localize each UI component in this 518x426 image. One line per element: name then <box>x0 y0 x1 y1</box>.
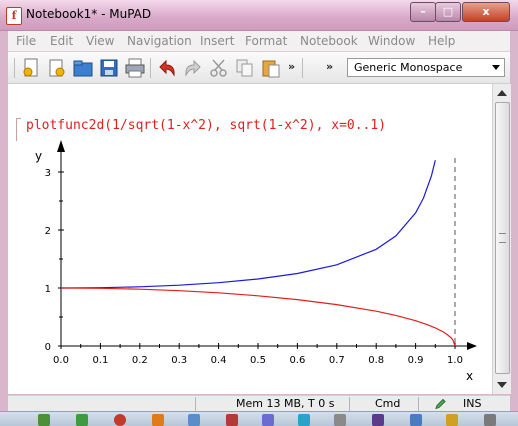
taskbar-app-icon[interactable] <box>410 414 422 426</box>
status-memory: Mem 13 MB, T 0 s <box>236 397 335 410</box>
toolbar-overflow-chevron[interactable]: » <box>326 60 333 73</box>
taskbar-app-icon[interactable] <box>114 414 126 426</box>
print-icon[interactable] <box>124 57 146 79</box>
paste-icon[interactable] <box>260 57 282 79</box>
taskbar-app-icon[interactable] <box>76 414 88 426</box>
x-tick-label: 0.1 <box>92 355 108 366</box>
window-title: Notebook1* - MuPAD <box>26 7 152 21</box>
taskbar-app-icon[interactable] <box>334 414 346 426</box>
status-separator <box>418 397 419 411</box>
function-plot[interactable]: 0.0 0.1 0.2 0.3 0.4 0.5 0.6 0.7 0.8 0.9 1.0 0 1 2 3 x y <box>8 84 492 394</box>
status-separator <box>349 397 350 411</box>
x-tick-label: 0.7 <box>329 355 345 366</box>
x-tick-label: 0.6 <box>289 355 305 366</box>
mupad-window: f Notebook1* - MuPAD – □ x File Edit Vie… <box>0 0 518 426</box>
toolbar-overflow-chevron[interactable]: » <box>288 60 295 73</box>
taskbar-app-icon[interactable] <box>262 414 274 426</box>
taskbar-app-icon[interactable] <box>298 414 310 426</box>
x-axis-arrow <box>467 342 477 350</box>
plot-axes <box>57 140 477 350</box>
y-tick-label: 3 <box>45 168 51 179</box>
close-button[interactable]: x <box>462 2 510 22</box>
toolbar-separator <box>150 58 151 78</box>
copy-icon[interactable] <box>234 57 256 79</box>
title-bar[interactable]: f Notebook1* - MuPAD – □ x <box>0 0 518 31</box>
taskbar-app-icon[interactable] <box>152 414 164 426</box>
mupad-app-icon[interactable]: f <box>6 7 22 25</box>
toolbar: » » Generic Monospace <box>8 52 510 84</box>
y-axis-label: y <box>35 149 42 163</box>
open-folder-icon[interactable] <box>72 57 94 79</box>
save-icon[interactable] <box>98 57 120 79</box>
x-tick-label: 0.3 <box>171 355 187 366</box>
y-tick-label: 0 <box>45 342 51 353</box>
x-tick-label: 0.9 <box>408 355 424 366</box>
vertical-scrollbar[interactable] <box>492 84 511 394</box>
status-bar: Mem 13 MB, T 0 s Cmd INS <box>8 395 510 412</box>
x-tick-label: 0.4 <box>211 355 227 366</box>
taskbar-app-icon[interactable] <box>372 414 384 426</box>
undo-icon[interactable] <box>156 57 178 79</box>
x-tick-label: 0.8 <box>368 355 384 366</box>
taskbar-app-icon[interactable] <box>226 414 238 426</box>
menu-window[interactable]: Window <box>368 34 415 48</box>
menu-file[interactable]: File <box>16 34 36 48</box>
chevron-down-icon <box>492 65 500 70</box>
scrollbar-grip <box>499 233 506 243</box>
menu-format[interactable]: Format <box>245 34 287 48</box>
scroll-down-icon[interactable] <box>496 380 508 390</box>
maximize-button[interactable]: □ <box>435 2 461 22</box>
taskbar-app-icon[interactable] <box>188 414 200 426</box>
status-insert-mode: INS <box>463 397 482 410</box>
y-tick-label: 2 <box>45 226 51 237</box>
plot-series <box>60 160 456 347</box>
taskbar-app-icon[interactable] <box>38 414 50 426</box>
minimize-button[interactable]: – <box>410 2 436 22</box>
taskbar-app-icon[interactable] <box>446 414 458 426</box>
menu-edit[interactable]: Edit <box>50 34 73 48</box>
menu-bar: File Edit View Navigation Insert Format … <box>8 31 510 52</box>
taskbar <box>0 411 518 426</box>
toolbar-separator <box>302 58 303 78</box>
menu-insert[interactable]: Insert <box>200 34 234 48</box>
menu-notebook[interactable]: Notebook <box>300 34 358 48</box>
new-notebook-icon[interactable] <box>20 57 42 79</box>
font-select[interactable]: Generic Monospace <box>347 58 505 77</box>
menu-navigation[interactable]: Navigation <box>127 34 192 48</box>
scrollbar-thumb[interactable] <box>495 102 510 374</box>
x-tick-label: 0.2 <box>132 355 148 366</box>
font-select-value: Generic Monospace <box>354 61 463 74</box>
status-separator <box>195 397 196 411</box>
pencil-icon <box>435 398 446 410</box>
scroll-up-icon[interactable] <box>496 88 508 98</box>
x-tick-label: 0.5 <box>250 355 266 366</box>
new-from-template-icon[interactable] <box>46 57 68 79</box>
toolbar-separator <box>14 58 15 78</box>
redo-icon[interactable] <box>182 57 204 79</box>
x-tick-label: 1.0 <box>447 355 463 366</box>
menu-view[interactable]: View <box>86 34 114 48</box>
x-axis-label: x <box>466 369 473 383</box>
y-tick-label: 1 <box>45 284 51 295</box>
status-mode: Cmd <box>375 397 401 410</box>
series-line-0 <box>60 160 436 289</box>
notebook-document[interactable]: plotfunc2d(1/sqrt(1-x^2), sqrt(1-x^2), x… <box>8 84 492 394</box>
y-axis-arrow <box>57 140 65 152</box>
taskbar-app-icon[interactable] <box>484 414 496 426</box>
cut-icon[interactable] <box>208 57 230 79</box>
menu-help[interactable]: Help <box>428 34 455 48</box>
x-tick-label: 0.0 <box>53 355 69 366</box>
series-line-1 <box>60 287 456 347</box>
